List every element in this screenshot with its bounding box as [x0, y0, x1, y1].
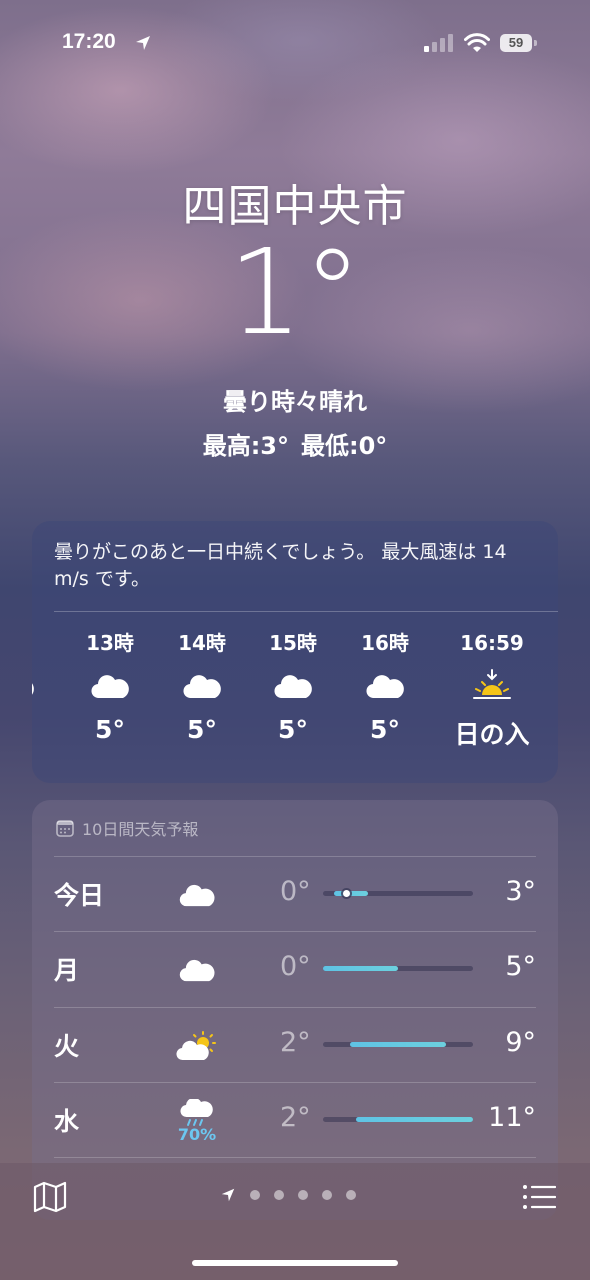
hour-label: 15時 — [269, 631, 317, 655]
calendar-icon — [56, 820, 74, 837]
divider — [54, 1157, 536, 1158]
high-temp: 3° — [505, 876, 536, 907]
list-icon[interactable] — [522, 1184, 556, 1210]
ten-day-title: 10日間天気予報 — [82, 820, 199, 839]
day-name: 今日 — [54, 881, 105, 910]
hour-label: 16:59 — [460, 631, 524, 655]
ten-day-header: 10日間天気予報 — [56, 816, 198, 840]
cellular-signal-icon — [424, 34, 454, 52]
page-dot — [274, 1190, 284, 1200]
day-name: 火 — [54, 1032, 80, 1061]
page-dot — [298, 1190, 308, 1200]
cloud-icon — [179, 884, 215, 907]
cloud-icon — [91, 675, 129, 699]
location-arrow-icon — [221, 1188, 235, 1202]
battery-level: 59 — [500, 34, 532, 52]
page-dot — [322, 1190, 332, 1200]
temp-range-fill — [350, 1042, 446, 1047]
cloud-icon — [179, 959, 215, 982]
high-temp: 9° — [505, 1027, 536, 1058]
current-temp-marker — [342, 890, 350, 897]
day-row[interactable]: 今日 0° 3° — [32, 856, 558, 931]
cloud-icon — [366, 675, 404, 699]
hour-temp: 5° — [370, 715, 400, 744]
hour-item: 13時 5° — [65, 631, 155, 744]
hour-label: 14時 — [178, 631, 226, 655]
current-temperature: 1° — [227, 223, 363, 361]
hour-temp: 5° — [95, 715, 125, 744]
hour-item: 15時 5° — [248, 631, 338, 744]
day-row[interactable]: 水 70% 2° 11° — [32, 1082, 558, 1157]
hour-label: 時 — [32, 631, 60, 661]
divider — [54, 1082, 536, 1083]
low-temp: 0° — [280, 951, 311, 982]
low-temp: 2° — [280, 1102, 311, 1133]
cloud-icon — [274, 675, 312, 699]
temp-range-bar — [323, 1117, 473, 1122]
map-icon[interactable] — [33, 1181, 67, 1213]
temp-range-fill — [356, 1117, 473, 1122]
temp-range-bar — [323, 966, 473, 971]
high-temp: 11° — [488, 1102, 536, 1133]
sunset-icon — [473, 669, 511, 699]
divider — [54, 856, 536, 857]
battery-tip — [534, 40, 537, 46]
temp-range-bar — [323, 890, 473, 897]
ten-day-forecast-card[interactable]: 10日間天気予報 今日 0° 3° 月 0° 5° 火 2° 9° 水 70% … — [32, 800, 558, 1220]
hour-temp: 日の入 — [454, 720, 530, 749]
hour-temp: 5° — [278, 715, 308, 744]
status-bar: 17:20 59 — [0, 0, 590, 90]
hour-temp: 5° — [187, 715, 217, 744]
hour-item: 時 ° — [32, 631, 60, 744]
day-row[interactable]: 火 2° 9° — [32, 1007, 558, 1082]
day-name: 水 — [54, 1107, 80, 1136]
hour-item: 16時 5° — [340, 631, 430, 744]
page-dot — [250, 1190, 260, 1200]
cloud-icon — [32, 683, 34, 695]
temp-range-fill — [323, 966, 398, 971]
hour-item: 16:59 日の入 — [442, 631, 542, 751]
divider — [54, 611, 558, 612]
location-arrow-icon — [136, 36, 150, 50]
hour-item: 14時 5° — [157, 631, 247, 744]
partly-cloudy-sun-icon — [176, 1031, 216, 1061]
cloud-icon — [183, 675, 221, 699]
high-temperature: 最高:3° — [202, 432, 289, 460]
home-indicator[interactable] — [192, 1260, 398, 1266]
hourly-forecast-card[interactable]: 曇りがこのあと一日中続くでしょう。 最大風速は 14 m/s です。 時 ° 1… — [32, 521, 558, 783]
hour-label: 16時 — [361, 631, 409, 655]
low-temperature: 最低:0° — [301, 432, 388, 460]
precipitation-chance: 70% — [177, 1124, 217, 1144]
hour-label: 13時 — [86, 631, 134, 655]
page-indicator[interactable] — [220, 1187, 356, 1203]
divider — [54, 1007, 536, 1008]
day-row[interactable]: 月 0° 5° — [32, 931, 558, 1006]
high-low: 最高:3° 最低:0° — [0, 426, 590, 461]
page-dot — [346, 1190, 356, 1200]
temp-range-fill — [333, 891, 368, 896]
day-name: 月 — [54, 956, 80, 985]
forecast-summary: 曇りがこのあと一日中続くでしょう。 最大風速は 14 m/s です。 — [54, 541, 507, 590]
divider — [54, 931, 536, 932]
temp-range-bar — [323, 1042, 473, 1047]
low-temp: 2° — [280, 1027, 311, 1058]
hour-temp: ° — [32, 715, 60, 744]
current-condition: 曇り時々晴れ — [223, 388, 367, 416]
wifi-icon — [464, 33, 490, 52]
low-temp: 0° — [280, 876, 311, 907]
status-time: 17:20 — [62, 30, 116, 53]
high-temp: 5° — [505, 951, 536, 982]
